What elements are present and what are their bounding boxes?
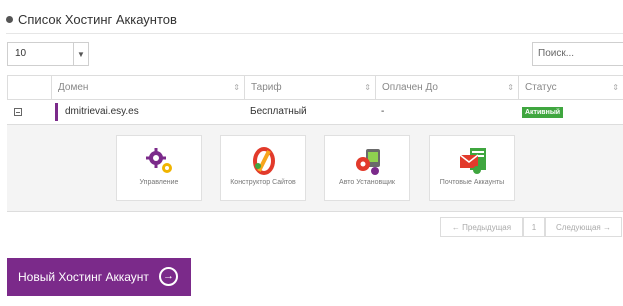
arrow-right-circle-icon: → [159,267,178,286]
tile-label: Авто Установщик [339,179,395,186]
tile-website-builder[interactable]: Конструктор Сайтов [220,135,306,201]
page-length-select[interactable]: 10 ▼ [7,42,89,66]
header-plan[interactable]: Тариф ⇕ [244,76,375,99]
page-length-value: 10 [15,48,27,59]
search-input[interactable]: Поиск... [532,42,623,66]
sort-icon[interactable]: ⇕ [507,76,514,99]
status-badge: Активный [522,107,564,118]
email-accounts-icon [459,148,486,174]
title-divider [6,33,623,34]
header-status[interactable]: Статус ⇕ [518,76,623,99]
row-paid-until: - [381,106,385,117]
row-plan: Бесплатный [250,106,307,117]
sort-icon[interactable]: ⇕ [233,76,240,99]
pagination: ← Предыдущая 1 Следующая → [440,217,622,237]
tile-label: Почтовые Аккаунты [439,179,505,186]
prev-page-button[interactable]: ← Предыдущая [440,217,523,237]
hosting-accounts-table: Домен ⇕ Тариф ⇕ Оплачен До ⇕ Статус ⇕ dm… [7,75,623,212]
row-detail-panel: Управление Конструктор Сайтов Авто Устан… [7,125,623,212]
next-page-button[interactable]: Следующая → [545,217,622,237]
sort-icon[interactable]: ⇕ [364,76,371,99]
gears-icon [146,148,172,173]
new-hosting-account-button[interactable]: Новый Хостинг Аккаунт → [7,258,191,296]
tile-label: Управление [139,179,179,186]
row-domain[interactable]: dmitrievai.esy.es [65,100,139,124]
page-number-button[interactable]: 1 [523,217,545,237]
page-title: Список Хостинг Аккаунтов [6,12,177,27]
collapse-icon[interactable] [14,108,22,116]
tile-label: Конструктор Сайтов [230,179,296,186]
new-hosting-account-label: Новый Хостинг Аккаунт [18,270,149,284]
website-builder-icon [253,147,275,175]
auto-installer-icon [356,149,380,175]
tile-auto-installer[interactable]: Авто Установщик [324,135,410,201]
domain-color-bar [55,103,58,121]
table-header: Домен ⇕ Тариф ⇕ Оплачен До ⇕ Статус ⇕ [7,76,623,100]
tile-management[interactable]: Управление [116,135,202,201]
chevron-down-icon[interactable]: ▼ [73,43,88,65]
header-expand-column [7,76,51,99]
header-domain[interactable]: Домен ⇕ [51,76,244,99]
bullet-icon [6,16,13,23]
table-row[interactable]: dmitrievai.esy.es Бесплатный - Активный [7,100,623,125]
header-paid-until[interactable]: Оплачен До ⇕ [375,76,518,99]
sort-icon[interactable]: ⇕ [612,76,619,99]
page-title-text: Список Хостинг Аккаунтов [18,12,177,27]
tile-email-accounts[interactable]: Почтовые Аккаунты [429,135,515,201]
